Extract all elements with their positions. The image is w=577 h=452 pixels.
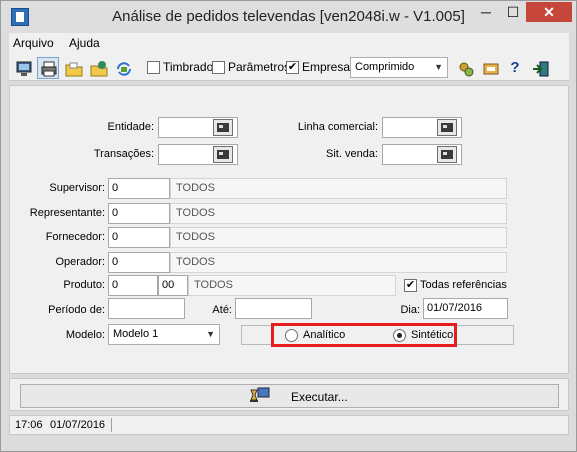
supervisor-code-input[interactable]: 0 (108, 178, 170, 199)
execute-hourglass-icon (250, 387, 270, 402)
modelo-label: Modelo: (65, 329, 105, 341)
produto-description: TODOS (188, 275, 396, 296)
help-icon: ? (510, 59, 520, 76)
minimize-button[interactable]: ─ (473, 2, 499, 22)
status-date: 01/07/2016 (50, 419, 106, 431)
dia-label: Dia: (400, 304, 420, 316)
timbrado-checkbox[interactable] (147, 61, 160, 74)
supervisor-description: TODOS (170, 178, 507, 199)
produto-code-input[interactable]: 0 (108, 275, 158, 296)
refresh-button[interactable] (112, 57, 134, 79)
entidade-lookup-icon[interactable] (213, 119, 233, 136)
transacoes-label: Transações: (93, 148, 154, 160)
menu-arquivo[interactable]: Arquivo (13, 36, 54, 50)
produto-sub-input[interactable]: 00 (158, 275, 188, 296)
operador-description: TODOS (170, 252, 507, 273)
periodo-label: Período de: (48, 304, 105, 316)
fornecedor-label: Fornecedor: (45, 231, 105, 243)
sit-venda-lookup-icon[interactable] (437, 146, 457, 163)
operador-label: Operador: (55, 256, 105, 268)
highlight-box (271, 323, 457, 347)
tools-button[interactable] (454, 57, 476, 79)
menu-bar: Arquivo Ajuda (9, 33, 569, 53)
representante-label: Representante: (29, 207, 105, 219)
refresh-icon (117, 62, 131, 76)
exit-button[interactable] (529, 57, 551, 79)
settings-icon (483, 63, 499, 75)
config-button[interactable] (479, 57, 501, 79)
dia-input[interactable]: 01/07/2016 (423, 298, 508, 319)
chevron-down-icon: ▼ (434, 62, 443, 72)
application-window: Análise de pedidos televendas [ven2048i.… (0, 0, 577, 452)
fornecedor-code-input[interactable]: 0 (108, 227, 170, 248)
exit-door-icon (533, 61, 549, 77)
print-button[interactable] (37, 57, 59, 79)
folder-export-icon (90, 61, 108, 77)
entidade-label: Entidade: (107, 121, 154, 133)
produto-label: Produto: (63, 279, 105, 291)
execute-button[interactable]: Executar... (20, 384, 559, 408)
help-button[interactable]: ? (504, 57, 526, 79)
print-format-select[interactable]: Comprimido ▼ (350, 57, 448, 78)
sit-venda-label: Sit. venda: (326, 148, 378, 160)
parametros-label: Parâmetros (228, 60, 291, 74)
status-separator (111, 418, 112, 432)
linha-comercial-lookup-icon[interactable] (437, 119, 457, 136)
operador-code-input[interactable]: 0 (108, 252, 170, 273)
parametros-checkbox[interactable] (212, 61, 225, 74)
empresa-checkbox[interactable]: ✔ (286, 61, 299, 74)
ate-input[interactable] (235, 298, 312, 319)
title-bar: Análise de pedidos televendas [ven2048i.… (1, 1, 576, 33)
supervisor-label: Supervisor: (49, 182, 105, 194)
status-bar: 17:06 01/07/2016 (9, 415, 569, 435)
gears-icon (459, 62, 474, 77)
fornecedor-description: TODOS (170, 227, 507, 248)
modelo-value: Modelo 1 (113, 328, 159, 340)
maximize-button[interactable]: ☐ (500, 2, 526, 22)
linha-comercial-label: Linha comercial: (297, 121, 378, 133)
timbrado-label: Timbrado (163, 60, 214, 74)
execute-label: Executar... (291, 390, 348, 404)
toolbar: Timbrado Parâmetros ✔ Empresa Comprimido… (9, 53, 569, 81)
printer-icon (41, 61, 57, 77)
ate-label: Até: (212, 304, 232, 316)
execute-frame: Executar... (9, 378, 569, 411)
todas-referencias-checkbox[interactable]: ✔ (404, 279, 417, 292)
representante-code-input[interactable]: 0 (108, 203, 170, 224)
screen-print-icon (16, 61, 32, 76)
print-preview-button[interactable] (12, 57, 34, 79)
check-mark-icon: ✔ (287, 61, 298, 73)
modelo-select[interactable]: Modelo 1 ▼ (108, 324, 220, 345)
menu-ajuda[interactable]: Ajuda (69, 36, 100, 50)
empresa-label: Empresa (302, 60, 351, 74)
transacoes-lookup-icon[interactable] (213, 146, 233, 163)
folder-icon (65, 62, 83, 77)
filter-panel: Entidade: Transações: Linha comercial: S… (9, 85, 569, 374)
todas-referencias-label: Todas referências (420, 279, 507, 291)
export-button[interactable] (87, 57, 109, 79)
periodo-de-input[interactable] (108, 298, 185, 319)
status-time: 17:06 (15, 419, 43, 431)
representante-description: TODOS (170, 203, 507, 224)
open-folder-button[interactable] (62, 57, 84, 79)
close-button[interactable]: ✕ (526, 2, 572, 22)
chevron-down-icon: ▼ (206, 329, 215, 339)
print-format-value: Comprimido (355, 61, 415, 73)
check-mark-icon: ✔ (405, 279, 416, 291)
